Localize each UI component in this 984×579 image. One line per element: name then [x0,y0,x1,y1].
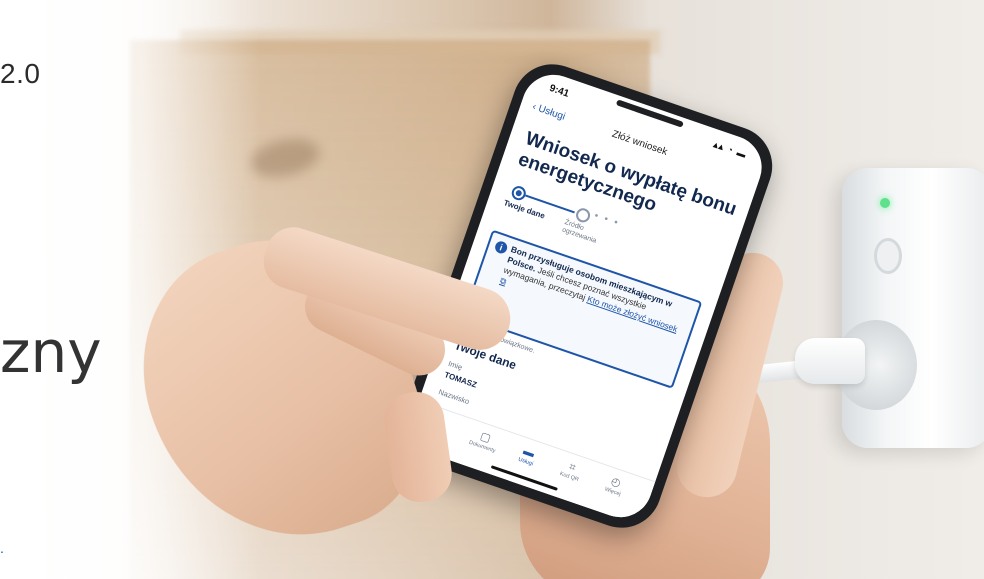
status-time: 9:41 [547,82,571,100]
step-label-heating-source: Źródło ogrzewania [561,218,598,245]
tab-qr-code[interactable]: ⌗ Kod QR [546,453,596,488]
external-link-icon: ⧉ [498,275,508,287]
photo-scene: 2.0 zny . 9:41 ▴▴ ◔ ▬ Złóż wniosek ‹ Usł… [0,0,984,579]
status-icons: ▴▴ ◔ ▬ [712,139,749,160]
tab-more[interactable]: ◴ Więcej [590,468,640,503]
step-more: • • • [592,210,622,230]
info-icon: i [493,239,509,256]
first-name-value[interactable]: TOMASZ [443,370,478,389]
plug-button [874,238,902,274]
plug-head [795,338,865,384]
cropped-heading-top: 2.0 [0,58,41,89]
cropped-heading-large: zny [0,318,102,386]
tab-services[interactable]: ▬ Usługi [503,438,553,473]
cropped-link-dot: . [0,540,4,556]
step-next-dot [574,206,592,225]
first-name-label: Imię [447,358,464,372]
step-active-dot [509,184,528,203]
plug-led-indicator [880,198,890,208]
back-button[interactable]: ‹ Usługi [531,101,567,122]
tab-documents[interactable]: ▢ Dokumenty [459,424,509,459]
last-name-label: Nazwisko [437,387,471,407]
